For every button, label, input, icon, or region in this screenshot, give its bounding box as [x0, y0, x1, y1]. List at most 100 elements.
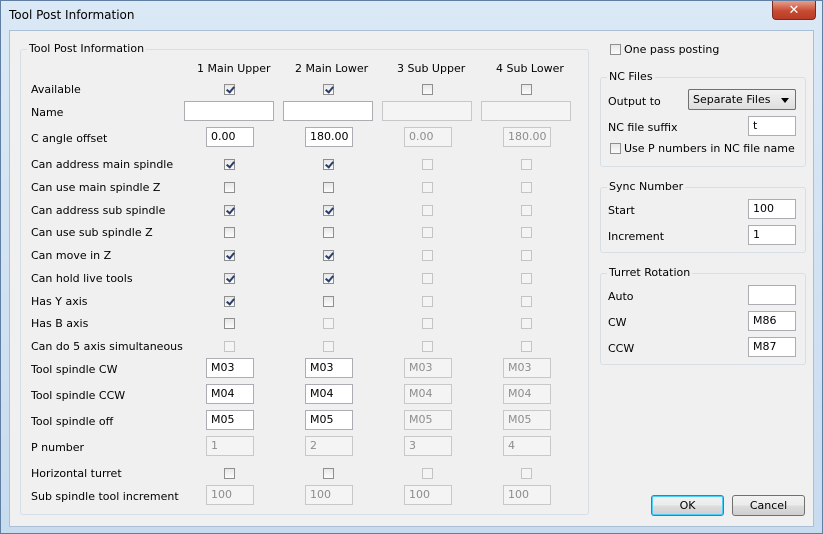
y-axis-checkbox-1[interactable] — [224, 296, 235, 307]
live-tools-checkbox-2[interactable] — [323, 273, 334, 284]
move-z-checkbox-3[interactable] — [422, 250, 433, 261]
b-axis-checkbox-3[interactable] — [422, 318, 433, 329]
row-label-name: Name — [31, 106, 64, 119]
close-icon: ✕ — [788, 2, 800, 18]
five-axis-checkbox-4[interactable] — [521, 341, 532, 352]
five-axis-checkbox-3[interactable] — [422, 341, 433, 352]
sub-incr-field-3[interactable]: 100 — [404, 485, 452, 505]
spindle-ccw-field-3[interactable]: M04 — [404, 384, 452, 404]
horiz-turret-checkbox-4[interactable] — [521, 468, 532, 479]
p-number-field-4[interactable]: 4 — [503, 436, 551, 456]
turret-auto-label: Auto — [608, 290, 634, 303]
use-sub-z-checkbox-1[interactable] — [224, 227, 235, 238]
use-sub-z-checkbox-2[interactable] — [323, 227, 334, 238]
row-label-live-tools: Can hold live tools — [31, 272, 133, 285]
sync-number-group-label: Sync Number — [607, 180, 686, 193]
output-to-select[interactable]: Separate Files — [688, 89, 796, 110]
spindle-ccw-field-4[interactable]: M04 — [503, 384, 551, 404]
use-sub-z-checkbox-4[interactable] — [521, 227, 532, 238]
sub-incr-field-4[interactable]: 100 — [503, 485, 551, 505]
p-number-field-2[interactable]: 2 — [305, 436, 353, 456]
turret-cw-field[interactable]: M86 — [748, 311, 796, 331]
nc-suffix-label: NC file suffix — [608, 121, 678, 134]
c-angle-field-3[interactable]: 0.00 — [404, 127, 452, 147]
spindle-ccw-field-1[interactable]: M04 — [206, 384, 254, 404]
chevron-down-icon — [781, 98, 789, 103]
sync-number-group: Sync Number Start 100 Increment 1 — [600, 180, 806, 253]
sub-incr-field-2[interactable]: 100 — [305, 485, 353, 505]
move-z-checkbox-4[interactable] — [521, 250, 532, 261]
spindle-ccw-field-2[interactable]: M04 — [305, 384, 353, 404]
close-button[interactable]: ✕ — [772, 1, 816, 20]
b-axis-checkbox-4[interactable] — [521, 318, 532, 329]
horiz-turret-checkbox-2[interactable] — [323, 468, 334, 479]
p-number-field-1[interactable]: 1 — [206, 436, 254, 456]
live-tools-checkbox-3[interactable] — [422, 273, 433, 284]
addr-sub-checkbox-2[interactable] — [323, 205, 334, 216]
use-main-z-checkbox-2[interactable] — [323, 182, 334, 193]
window-title: Tool Post Information — [9, 8, 135, 22]
row-label-available: Available — [31, 83, 81, 96]
addr-main-checkbox-4[interactable] — [521, 159, 532, 170]
spindle-off-field-4[interactable]: M05 — [503, 410, 551, 430]
horiz-turret-checkbox-3[interactable] — [422, 468, 433, 479]
dialog-client: Tool Post Information 1 Main Upper 2 Mai… — [9, 30, 814, 527]
name-field-4[interactable] — [481, 101, 571, 121]
turret-cw-label: CW — [608, 316, 627, 329]
spindle-cw-field-1[interactable]: M03 — [206, 358, 254, 378]
spindle-cw-field-4[interactable]: M03 — [503, 358, 551, 378]
name-field-2[interactable] — [283, 101, 373, 121]
available-checkbox-4[interactable] — [521, 84, 532, 95]
b-axis-checkbox-1[interactable] — [224, 318, 235, 329]
use-p-numbers-checkbox[interactable] — [610, 143, 621, 154]
cancel-button[interactable]: Cancel — [732, 495, 805, 516]
name-field-1[interactable] — [184, 101, 274, 121]
spindle-off-field-1[interactable]: M05 — [206, 410, 254, 430]
c-angle-field-2[interactable]: 180.00 — [305, 127, 353, 147]
use-main-z-checkbox-3[interactable] — [422, 182, 433, 193]
name-field-3[interactable] — [382, 101, 472, 121]
addr-sub-checkbox-1[interactable] — [224, 205, 235, 216]
y-axis-checkbox-3[interactable] — [422, 296, 433, 307]
c-angle-field-4[interactable]: 180.00 — [503, 127, 551, 147]
addr-main-checkbox-1[interactable] — [224, 159, 235, 170]
spindle-cw-field-3[interactable]: M03 — [404, 358, 452, 378]
ok-button[interactable]: OK — [651, 495, 724, 516]
use-main-z-checkbox-1[interactable] — [224, 182, 235, 193]
spindle-cw-field-2[interactable]: M03 — [305, 358, 353, 378]
spindle-off-field-2[interactable]: M05 — [305, 410, 353, 430]
move-z-checkbox-2[interactable] — [323, 250, 334, 261]
live-tools-checkbox-1[interactable] — [224, 273, 235, 284]
y-axis-checkbox-2[interactable] — [323, 296, 334, 307]
c-angle-field-1[interactable]: 0.00 — [206, 127, 254, 147]
addr-sub-checkbox-3[interactable] — [422, 205, 433, 216]
five-axis-checkbox-1[interactable] — [224, 341, 235, 352]
nc-suffix-field[interactable]: t — [748, 116, 796, 136]
turret-auto-field[interactable] — [748, 285, 796, 305]
available-checkbox-1[interactable] — [224, 84, 235, 95]
sync-increment-field[interactable]: 1 — [748, 225, 796, 245]
sub-incr-field-1[interactable]: 100 — [206, 485, 254, 505]
column-header-2: 2 Main Lower — [295, 62, 369, 75]
p-number-field-3[interactable]: 3 — [404, 436, 452, 456]
addr-sub-checkbox-4[interactable] — [521, 205, 532, 216]
one-pass-checkbox[interactable] — [610, 44, 621, 55]
move-z-checkbox-1[interactable] — [224, 250, 235, 261]
y-axis-checkbox-4[interactable] — [521, 296, 532, 307]
title-bar[interactable]: Tool Post Information ✕ — [1, 1, 822, 30]
available-checkbox-2[interactable] — [323, 84, 334, 95]
b-axis-checkbox-2[interactable] — [323, 318, 334, 329]
row-label-sub-incr: Sub spindle tool increment — [31, 490, 179, 503]
column-header-3: 3 Sub Upper — [397, 62, 466, 75]
five-axis-checkbox-2[interactable] — [323, 341, 334, 352]
turret-ccw-field[interactable]: M87 — [748, 337, 796, 357]
available-checkbox-3[interactable] — [422, 84, 433, 95]
use-main-z-checkbox-4[interactable] — [521, 182, 532, 193]
addr-main-checkbox-2[interactable] — [323, 159, 334, 170]
live-tools-checkbox-4[interactable] — [521, 273, 532, 284]
spindle-off-field-3[interactable]: M05 — [404, 410, 452, 430]
use-sub-z-checkbox-3[interactable] — [422, 227, 433, 238]
horiz-turret-checkbox-1[interactable] — [224, 468, 235, 479]
sync-start-field[interactable]: 100 — [748, 199, 796, 219]
addr-main-checkbox-3[interactable] — [422, 159, 433, 170]
